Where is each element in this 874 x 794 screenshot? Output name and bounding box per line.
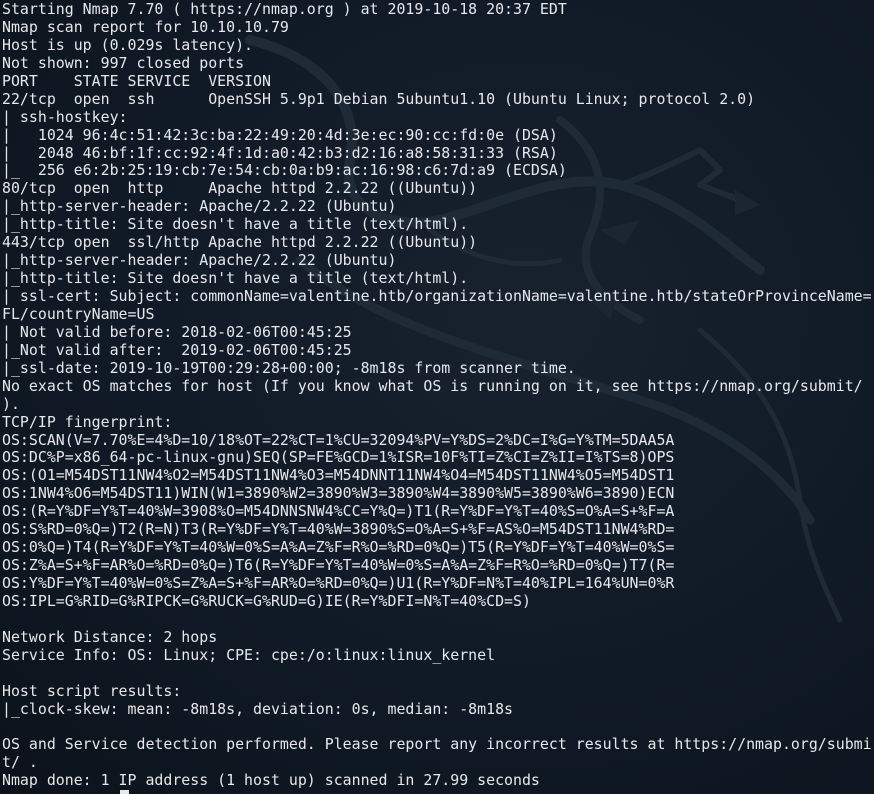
- terminal-line: Starting Nmap 7.70 ( https://nmap.org ) …: [2, 0, 567, 18]
- terminal-line: OS:(R=Y%DF=Y%T=40%W=3908%O=M54DNNSNW4%CC…: [2, 502, 675, 521]
- terminal-line: t/ .: [2, 753, 38, 772]
- terminal-line: Network Distance: 2 hops: [2, 627, 218, 646]
- terminal-line: No exact OS matches for host (If you kno…: [2, 376, 863, 395]
- terminal-line: |_http-server-header: Apache/2.2.22 (Ubu…: [2, 251, 397, 270]
- terminal-line: OS:IPL=G%RID=G%RIPCK=G%RUCK=G%RUD=G)IE(R…: [2, 591, 531, 610]
- terminal-line: |_Not valid after: 2019-02-06T00:45:25: [2, 340, 352, 359]
- terminal-window[interactable]: Starting Nmap 7.70 ( https://nmap.org ) …: [0, 0, 874, 794]
- terminal-line: |_clock-skew: mean: -8m18s, deviation: 0…: [2, 699, 514, 718]
- text-cursor: [120, 790, 129, 794]
- terminal-line: OS:Y%DF=Y%T=40%W=0%S=Z%A=S+%F=AR%O=%RD=0…: [2, 574, 675, 592]
- terminal-line: Host script results:: [2, 681, 182, 700]
- terminal-line: PORT STATE SERVICE VERSION: [2, 71, 271, 90]
- terminal-line: | ssh-hostkey:: [2, 107, 128, 126]
- terminal-line: ).: [2, 394, 20, 413]
- terminal-line: OS:SCAN(V=7.70%E=4%D=10/18%OT=22%CT=1%CU…: [2, 430, 675, 449]
- terminal-line: Nmap scan report for 10.10.10.79: [2, 17, 289, 36]
- terminal-line: 80/tcp open http Apache httpd 2.2.22 ((U…: [2, 179, 478, 198]
- terminal-line: OS:0%Q=)T4(R=Y%DF=Y%T=40%W=0%S=A%A=Z%F=R…: [2, 538, 675, 557]
- terminal-line: | Not valid before: 2018-02-06T00:45:25: [2, 322, 352, 341]
- terminal-line: |_ssl-date: 2019-10-19T00:29:28+00:00; -…: [2, 358, 576, 377]
- terminal-line: Not shown: 997 closed ports: [2, 53, 245, 72]
- terminal-line: Nmap done: 1 IP address (1 host up) scan…: [2, 771, 540, 790]
- terminal-line: |_http-title: Site doesn't have a title …: [2, 215, 469, 234]
- terminal-line: 443/tcp open ssl/http Apache httpd 2.2.2…: [2, 233, 478, 252]
- terminal-line: OS:Z%A=S+%F=AR%O=%RD=0%Q=)T6(R=Y%DF=Y%T=…: [2, 556, 675, 575]
- terminal-line: | 2048 46:bf:1f:cc:92:4f:1d:a0:42:b3:d2:…: [2, 143, 558, 162]
- terminal-line: |_http-title: Site doesn't have a title …: [2, 269, 469, 288]
- terminal-line: Host is up (0.029s latency).: [2, 35, 254, 54]
- terminal-line: |_ 256 e6:2b:25:19:cb:7e:54:cb:0a:b9:ac:…: [2, 161, 567, 180]
- terminal-line: |_http-server-header: Apache/2.2.22 (Ubu…: [2, 197, 397, 216]
- terminal-output: Starting Nmap 7.70 ( https://nmap.org ) …: [2, 0, 872, 790]
- terminal-line: OS:S%RD=0%Q=)T2(R=N)T3(R=Y%DF=Y%T=40%W=3…: [2, 520, 675, 539]
- terminal-line: | 1024 96:4c:51:42:3c:ba:22:49:20:4d:3e:…: [2, 125, 558, 144]
- terminal-line: TCP/IP fingerprint:: [2, 412, 173, 431]
- terminal-line: OS:1NW4%O6=M54DST11)WIN(W1=3890%W2=3890%…: [2, 484, 675, 503]
- terminal-line: Service Info: OS: Linux; CPE: cpe:/o:lin…: [2, 645, 496, 664]
- terminal-line: FL/countryName=US: [2, 304, 155, 323]
- terminal-line: 22/tcp open ssh OpenSSH 5.9p1 Debian 5ub…: [2, 89, 756, 108]
- terminal-line: OS:(O1=M54DST11NW4%O2=M54DST11NW4%O3=M54…: [2, 466, 675, 485]
- terminal-line: OS and Service detection performed. Plea…: [2, 735, 872, 754]
- terminal-line: OS:DC%P=x86_64-pc-linux-gnu)SEQ(SP=FE%GC…: [2, 448, 675, 467]
- terminal-line: | ssl-cert: Subject: commonName=valentin…: [2, 287, 872, 305]
